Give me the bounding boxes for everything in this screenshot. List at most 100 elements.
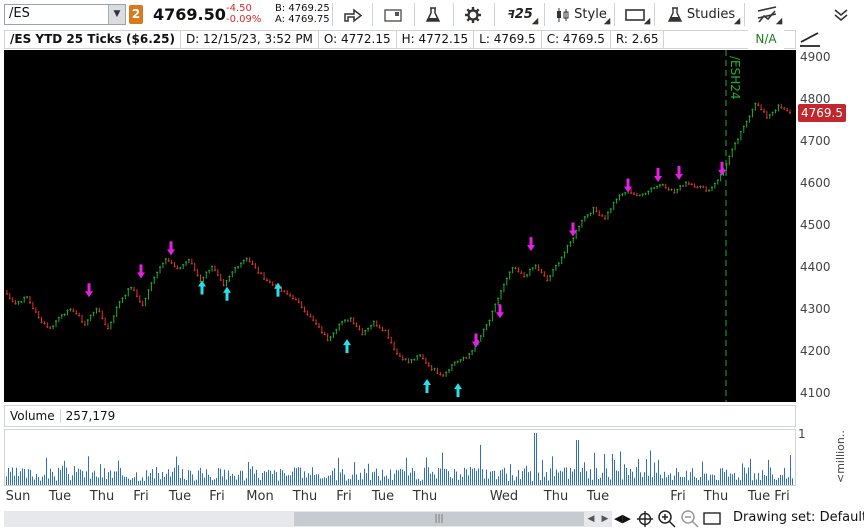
volume-bar (590, 469, 591, 485)
volume-bar (356, 474, 357, 485)
volume-bar (20, 471, 21, 485)
volume-bar (382, 469, 383, 485)
volume-bar (678, 472, 679, 485)
share-button[interactable] (340, 2, 366, 27)
time-axis-tick: Thu (412, 489, 438, 504)
link-group-badge[interactable]: 2 (129, 5, 143, 24)
volume-bar (396, 469, 397, 485)
scroll-left-button[interactable]: ◀ (584, 512, 598, 526)
bottom-bar: ||| ◀ ▶ ◀▶ Drawing set: Default (0, 508, 864, 530)
symbol-dropdown-button[interactable]: ▼ (108, 5, 125, 24)
notes-button[interactable] (380, 2, 406, 27)
buy-signal-arrow[interactable] (454, 383, 462, 398)
thinklab-button[interactable] (420, 2, 446, 27)
volume-bar (418, 478, 419, 485)
volume-bar (264, 471, 265, 485)
drawing-rectangle-button[interactable] (703, 511, 721, 527)
volume-bar (748, 467, 749, 485)
trendline-icon (800, 32, 820, 47)
volume-bar (496, 479, 497, 485)
scrollbar-thumb[interactable]: ||| (294, 512, 584, 526)
volume-chart[interactable] (4, 429, 796, 486)
zoom-in-button[interactable] (657, 509, 677, 529)
time-axis-tick: Thu (89, 489, 115, 504)
sell-signal-arrow[interactable] (496, 304, 504, 319)
volume-bar (790, 455, 791, 485)
studies-button[interactable]: Studies (660, 2, 742, 27)
volume-bar (758, 472, 759, 485)
volume-bar (792, 478, 793, 485)
volume-bar (462, 476, 463, 485)
toolbar-divider (372, 3, 373, 26)
sell-signal-arrow[interactable] (718, 161, 726, 176)
expand-time-button[interactable]: ◀▶ (614, 510, 631, 528)
volume-bar (384, 476, 385, 485)
status-indicator: N/A (748, 30, 784, 49)
drawing-set-selector[interactable]: Drawing set: Default (733, 510, 864, 525)
sell-signal-arrow[interactable] (527, 237, 535, 252)
symbol-input[interactable]: /ES ▼ (4, 4, 126, 25)
volume-bar (154, 478, 155, 485)
volume-bar (160, 479, 161, 485)
volume-bar (334, 468, 335, 485)
zoom-out-icon (681, 510, 699, 528)
volume-bar (6, 476, 7, 485)
volume-bar (364, 468, 365, 485)
volume-bar (470, 466, 471, 485)
patterns-button[interactable] (750, 2, 784, 27)
volume-bar (628, 474, 629, 485)
volume-axis-tick: 1 (798, 427, 806, 441)
sell-signal-arrow[interactable] (654, 168, 662, 182)
volume-bar (142, 477, 143, 485)
horizontal-scrollbar[interactable]: ||| ◀ ▶ (4, 511, 612, 527)
volume-bar (464, 467, 465, 485)
volume-bar (10, 471, 11, 485)
volume-bar (112, 477, 113, 485)
sell-signal-arrow[interactable] (167, 241, 175, 256)
volume-bar (726, 469, 727, 485)
volume-bar (180, 478, 181, 485)
volume-bar (750, 458, 751, 485)
price-axis[interactable]: 4900 4800 4700 4600 4500 4400 4300 4200 4100 4769… (796, 50, 864, 402)
volume-bar (50, 468, 51, 485)
aggregation-button[interactable]: ꟻ 25 (500, 2, 540, 27)
volume-bar (212, 480, 213, 485)
volume-bar (416, 479, 417, 485)
volume-bar (704, 473, 705, 485)
volume-bar (662, 478, 663, 485)
buy-signal-arrow[interactable] (198, 280, 206, 295)
buy-signal-arrow[interactable] (343, 339, 351, 354)
sell-signal-arrow[interactable] (675, 165, 683, 180)
volume-bar (92, 472, 93, 485)
volume-bar (644, 472, 645, 485)
toolbar-menu-button[interactable] (826, 2, 856, 27)
volume-bar (664, 471, 665, 485)
scroll-right-button[interactable]: ▶ (598, 512, 612, 526)
ask-price: A: 4769.75 (275, 14, 330, 25)
volume-bar (660, 474, 661, 485)
volume-bar (776, 479, 777, 485)
crosshair-button[interactable] (636, 510, 654, 528)
volume-bar (34, 479, 35, 485)
volume-bar (742, 463, 743, 485)
volume-bar (148, 476, 149, 485)
volume-bar (36, 473, 37, 485)
drawings-button[interactable] (618, 2, 652, 27)
sell-signal-arrow[interactable] (137, 264, 145, 279)
style-button[interactable]: Style (550, 2, 612, 27)
price-chart[interactable]: /ESH24 (4, 50, 796, 402)
volume-bar (504, 467, 505, 485)
volume-bar (376, 468, 377, 485)
sell-signal-arrow[interactable] (85, 283, 93, 298)
buy-signal-arrow[interactable] (223, 286, 231, 301)
volume-bar (12, 467, 13, 485)
volume-bar (138, 480, 139, 485)
drawing-tools-button[interactable] (798, 30, 822, 48)
volume-bar (624, 464, 625, 485)
buy-signal-arrow[interactable] (423, 378, 431, 393)
volume-bar (82, 470, 83, 485)
zoom-out-button[interactable] (680, 509, 700, 529)
volume-bar (564, 467, 565, 485)
settings-button[interactable] (460, 2, 486, 27)
time-axis[interactable]: Sun Tue Thu Fri Tue Fri Mon Thu Fri Tue Thu Wed Thu T… (4, 487, 796, 507)
